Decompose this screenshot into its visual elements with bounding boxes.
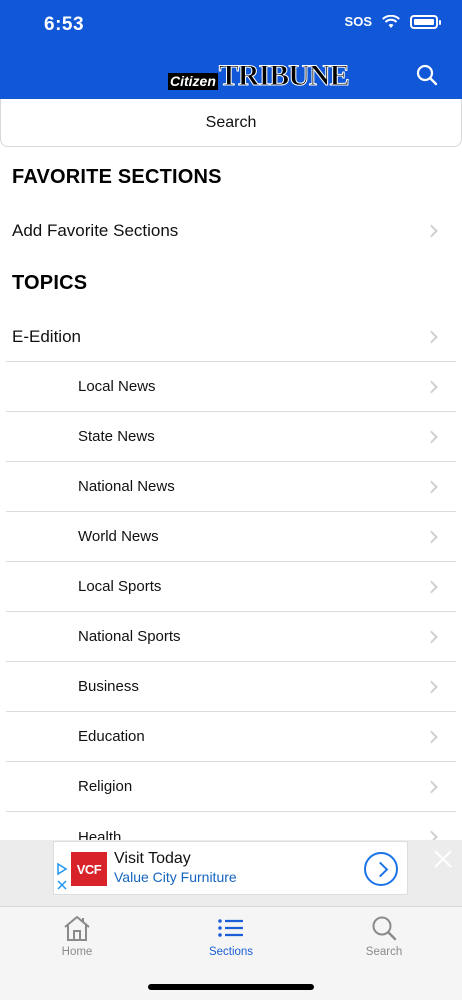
tab-home[interactable]: Home — [27, 908, 127, 968]
tab-search[interactable]: Search — [334, 908, 434, 968]
topic-item-religion[interactable]: Religion — [6, 762, 456, 812]
status-icons: SOS — [344, 14, 441, 29]
chevron-right-icon — [425, 380, 438, 393]
chevron-right-icon — [425, 224, 438, 238]
list-item-label: National News — [78, 478, 175, 495]
chevron-right-icon — [425, 630, 438, 643]
list-item-label: Add Favorite Sections — [12, 221, 179, 240]
chevron-right-icon — [425, 430, 438, 443]
list-item-label: State News — [78, 428, 155, 445]
topic-item-local-sports[interactable]: Local Sports — [6, 562, 456, 612]
search-bar[interactable]: Search — [0, 99, 462, 147]
chevron-right-icon — [425, 730, 438, 743]
close-icon[interactable] — [432, 848, 454, 870]
wifi-icon — [382, 14, 400, 28]
chevron-right-icon — [425, 680, 438, 693]
list-item-label: Business — [78, 678, 139, 695]
topic-item-national-news[interactable]: National News — [6, 462, 456, 512]
topic-item-state-news[interactable]: State News — [6, 412, 456, 462]
app-header: 6:53 SOS Citizen TRIBUNE — [0, 0, 462, 99]
topic-item-national-sports[interactable]: National Sports — [6, 612, 456, 662]
search-icon — [372, 916, 397, 941]
ad-logo[interactable]: VCF — [71, 852, 107, 886]
list-item-label: Education — [78, 728, 145, 745]
search-bar-label: Search — [205, 113, 257, 131]
tribune-logo[interactable]: Citizen TRIBUNE — [168, 58, 350, 92]
ad-subtitle[interactable]: Value City Furniture — [114, 869, 237, 885]
chevron-right-icon — [425, 530, 438, 543]
topic-item-e-edition[interactable]: E-Edition — [6, 312, 456, 362]
list-icon — [218, 919, 243, 937]
ad-title[interactable]: Visit Today — [114, 850, 191, 868]
chevron-right-icon — [425, 780, 438, 793]
list-item-label: E-Edition — [12, 326, 81, 346]
tab-search-label: Search — [365, 946, 403, 958]
tab-sections-label: Sections — [208, 946, 254, 958]
tab-sections[interactable]: Sections — [181, 908, 281, 968]
list-item-label: Local Sports — [78, 578, 162, 595]
add-favorite-sections-item[interactable]: Add Favorite Sections — [6, 206, 456, 256]
home-icon — [64, 916, 90, 941]
list-item-label: Religion — [78, 778, 133, 795]
topic-item-local-news[interactable]: Local News — [6, 362, 456, 412]
list-item-label: National Sports — [78, 628, 181, 645]
topic-item-business[interactable]: Business — [6, 662, 456, 712]
tab-home-label: Home — [61, 946, 93, 958]
ad-choices-icon[interactable] — [56, 862, 68, 894]
topics-heading: TOPICS — [12, 272, 88, 294]
status-time: 6:53 — [44, 14, 85, 35]
topic-item-world-news[interactable]: World News — [6, 512, 456, 562]
sos-indicator: SOS — [344, 14, 372, 29]
favorite-sections-heading: FAVORITE SECTIONS — [12, 166, 222, 188]
chevron-right-icon — [425, 480, 438, 493]
list-item-label: World News — [78, 528, 159, 545]
chevron-right-icon — [425, 580, 438, 593]
topic-item-education[interactable]: Education — [6, 712, 456, 762]
logo-citizen-text: Citizen — [168, 73, 218, 90]
ad-open-arrow-icon[interactable] — [364, 852, 398, 886]
search-icon[interactable] — [416, 64, 438, 86]
list-item-label: Local News — [78, 378, 156, 395]
logo-tribune-text: TRIBUNE — [218, 59, 350, 92]
battery-icon — [410, 14, 441, 29]
chevron-right-icon — [425, 330, 438, 343]
home-indicator — [148, 984, 314, 990]
